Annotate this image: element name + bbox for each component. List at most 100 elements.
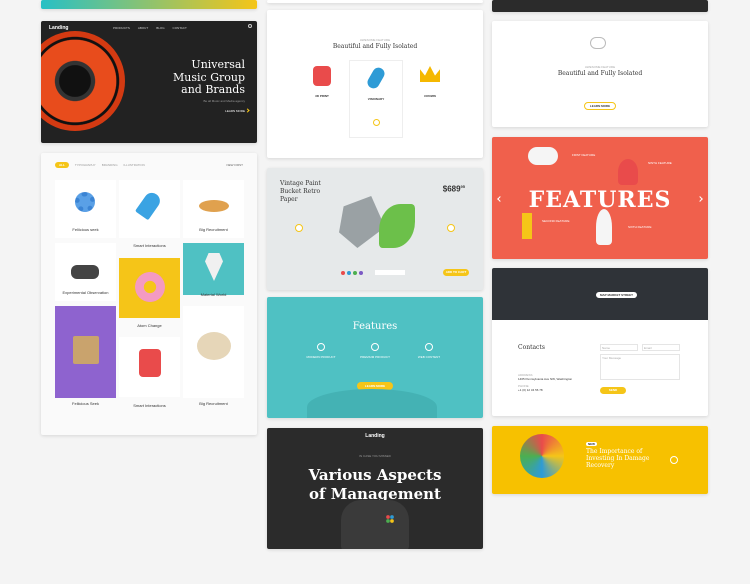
pen-nib-icon bbox=[205, 253, 223, 281]
map[interactable]: MAP MARKET STREET bbox=[492, 268, 708, 320]
nav-item-blog[interactable]: BLOG bbox=[156, 26, 164, 30]
rocket-graphic bbox=[596, 209, 612, 245]
product-card: Vintage Paint Bucket Retro Paper $68995 … bbox=[267, 168, 483, 290]
gears-graphic bbox=[307, 389, 437, 418]
catalog-tile[interactable] bbox=[55, 306, 116, 398]
prev-arrow-button[interactable] bbox=[295, 224, 303, 232]
tile-title: Experimental Observation bbox=[62, 290, 109, 295]
section-label: AWESOME FEATURE bbox=[359, 38, 391, 42]
management-card: Landing IN CASE YOU MISSED Various Aspec… bbox=[267, 428, 483, 549]
tile-title: Big Recruitment bbox=[199, 227, 228, 232]
feature-item-name: PREMIUM PRODUCT bbox=[360, 355, 390, 359]
nav-item-contact[interactable]: CONTACT bbox=[173, 26, 187, 30]
music-note-graphic bbox=[618, 159, 638, 185]
message-field[interactable]: Your Message bbox=[600, 354, 680, 380]
nav-item-about[interactable]: ABOUT bbox=[138, 26, 148, 30]
feature-label: SECOND FEATURE bbox=[542, 219, 570, 223]
name-field[interactable]: Name bbox=[600, 344, 638, 351]
chart-icon bbox=[371, 343, 379, 351]
top-nav: PRODUCTS ABOUT BLOG CONTACT bbox=[113, 26, 187, 30]
catalog-tile[interactable] bbox=[119, 337, 180, 397]
add-to-cart-button[interactable]: ADD TO CART bbox=[443, 269, 469, 276]
tile-title: Big Recruitment bbox=[199, 401, 228, 406]
tile-title: Atom Change bbox=[137, 323, 162, 328]
pen-tool-icon bbox=[134, 189, 164, 221]
section-label: AWESOME FEATURE bbox=[584, 65, 616, 69]
gear-icon bbox=[75, 192, 95, 212]
filter-bar: ALL TYPOGRAPHY BRANDING ILLUSTRATION bbox=[55, 162, 145, 168]
top-strip-left bbox=[41, 0, 257, 9]
catalog-tile[interactable] bbox=[183, 243, 244, 295]
feature-item-name: VISIONARY bbox=[367, 97, 385, 101]
section-title: Beautiful and Fully Isolated bbox=[557, 70, 643, 77]
next-arrow-button[interactable] bbox=[447, 224, 455, 232]
learn-more-button[interactable]: LEARN MORE bbox=[584, 102, 616, 110]
feature-item-name: WEB CONTENT bbox=[417, 355, 441, 359]
hero-title: Universal Music Group and Brands bbox=[173, 58, 245, 97]
hero-subtitle: Be all Music and Media agency bbox=[203, 99, 245, 103]
article-title[interactable]: The Importance of Investing In Damage Re… bbox=[586, 448, 649, 469]
filter-illustration[interactable]: ILLUSTRATION bbox=[124, 163, 145, 167]
tile-title: Smart Interactions bbox=[133, 403, 166, 408]
catalog-card: ALL TYPOGRAPHY BRANDING ILLUSTRATION NEW… bbox=[41, 153, 257, 435]
catalog-tile[interactable] bbox=[183, 306, 244, 398]
features-red-card: FEATURES FIRST FEATURE NINTH FEATURE SEC… bbox=[492, 137, 708, 259]
gamepad-buttons-icon bbox=[385, 514, 395, 524]
filter-all[interactable]: ALL bbox=[55, 162, 69, 168]
catalog-tile[interactable] bbox=[119, 258, 180, 318]
product-title-line: Bucket Retro bbox=[280, 188, 321, 195]
gamepad-icon bbox=[71, 265, 99, 279]
logo[interactable]: Landing bbox=[49, 25, 68, 31]
chat-bubbles-icon bbox=[590, 37, 606, 49]
logo[interactable]: Landing bbox=[267, 433, 483, 439]
tile-title: Feliicious Seek bbox=[72, 401, 99, 406]
feature-item-name: CROWN bbox=[424, 94, 436, 98]
swatch-blue[interactable] bbox=[347, 271, 351, 275]
swatch-purple[interactable] bbox=[359, 271, 363, 275]
hat-icon bbox=[199, 200, 229, 212]
features-white-card: AWESOME FEATURE Beautiful and Fully Isol… bbox=[267, 10, 483, 158]
feature-item: WEB CONTENT bbox=[409, 343, 449, 359]
lollipop-graphic bbox=[520, 434, 564, 478]
quantity-stepper[interactable] bbox=[375, 270, 405, 275]
article-title-line: Investing In Damage bbox=[586, 455, 650, 462]
send-button[interactable]: SEND bbox=[600, 387, 626, 394]
feature-item: MODERN PRODUCT bbox=[301, 343, 341, 359]
color-swatches bbox=[341, 271, 363, 275]
hero-title: Various Aspects of Management bbox=[267, 466, 483, 504]
arrow-right-icon bbox=[245, 108, 250, 113]
product-title-line: Vintage Paint bbox=[280, 180, 321, 187]
pen-tool-icon bbox=[365, 65, 387, 91]
learn-more-link[interactable]: LEARN MORE bbox=[225, 109, 245, 113]
catalog-tile[interactable] bbox=[119, 180, 180, 238]
filter-branding[interactable]: BRANDING bbox=[102, 163, 118, 167]
crown-icon bbox=[420, 66, 440, 82]
contacts-card: MAP MARKET STREET Contacts ADDRESS 1465 … bbox=[492, 268, 708, 416]
search-icon[interactable] bbox=[248, 24, 252, 28]
top-strip-right bbox=[492, 0, 708, 12]
swatch-green[interactable] bbox=[353, 271, 357, 275]
filter-typography[interactable]: TYPOGRAPHY bbox=[75, 163, 96, 167]
sort-dropdown[interactable]: NEW FIRST bbox=[227, 163, 244, 167]
feature-item: 3D PRINT bbox=[297, 66, 347, 126]
tile-title: Feliicious seek bbox=[72, 227, 99, 232]
product-title-line: Paper bbox=[280, 196, 298, 203]
article-title-line: Recovery bbox=[586, 462, 615, 469]
hammer-graphic bbox=[522, 213, 532, 239]
damage-card: NEW The Importance of Investing In Damag… bbox=[492, 426, 708, 494]
plus-button[interactable] bbox=[372, 119, 380, 126]
feature-item-name: 3D PRINT bbox=[315, 94, 329, 98]
email-field[interactable]: Email bbox=[642, 344, 680, 351]
top-strip-middle bbox=[267, 0, 483, 3]
arrow-circle-button[interactable] bbox=[670, 456, 678, 464]
feature-item: CROWN bbox=[405, 66, 455, 126]
swatch-red[interactable] bbox=[341, 271, 345, 275]
nav-item-products[interactable]: PRODUCTS bbox=[113, 26, 130, 30]
section-title: FEATURES bbox=[528, 187, 672, 213]
donut-icon bbox=[135, 272, 165, 302]
product-price: $68995 bbox=[443, 184, 465, 194]
popsicle-icon bbox=[139, 349, 161, 377]
feature-item-active[interactable]: VISIONARY bbox=[349, 60, 403, 138]
pen-icon bbox=[317, 343, 325, 351]
cloud-icon bbox=[425, 343, 433, 351]
